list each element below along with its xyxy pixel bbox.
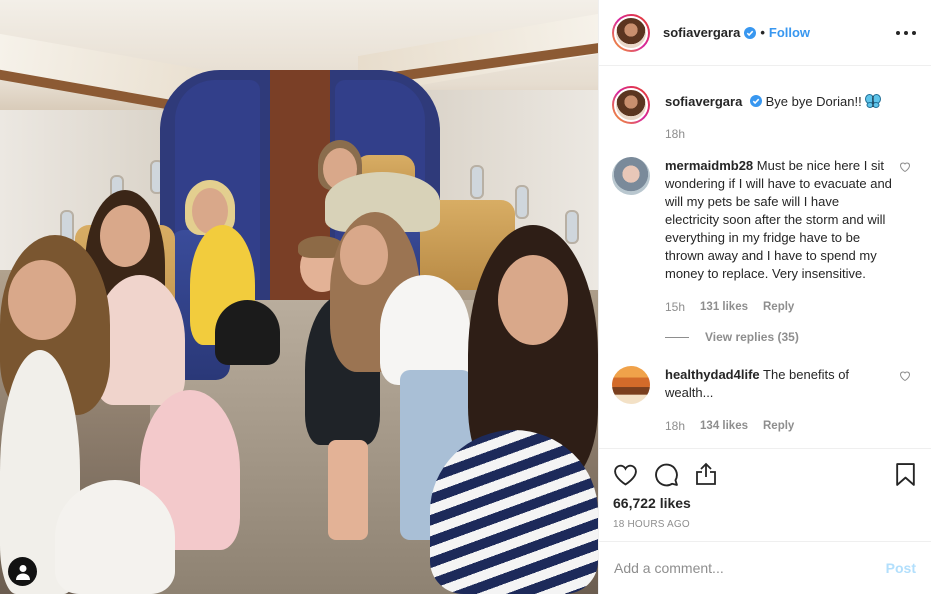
like-comment-heart-icon[interactable] [899,161,911,172]
comments-list[interactable]: sofiavergara Bye bye Dorian!! 18h mermai… [599,66,931,448]
child-legs [328,440,368,540]
comment-item: healthydad4life The benefits of wealth..… [612,366,917,435]
author-username[interactable]: sofiavergara [663,25,740,40]
caption: sofiavergara Bye bye Dorian!! 18h [612,86,917,143]
comment-likes[interactable]: 131 likes [700,298,748,316]
author-avatar[interactable] [612,13,650,52]
add-comment-bar: Post [599,541,931,594]
reply-button[interactable]: Reply [763,417,794,435]
reply-button[interactable]: Reply [763,298,794,316]
person [55,480,175,594]
bookmark-icon[interactable] [895,462,916,487]
comment-item: mermaidmb28 Must be nice here I sit wond… [612,157,917,346]
post-button[interactable]: Post [886,560,916,576]
comment-time[interactable]: 15h [665,298,685,316]
commenter-avatar[interactable] [612,157,650,195]
caption-text: Bye bye Dorian!! [765,94,862,109]
comment-time[interactable]: 18h [665,417,685,435]
cabin-window [470,165,484,199]
author-avatar[interactable] [612,86,650,124]
person [380,275,470,385]
follow-button[interactable]: Follow [769,25,810,40]
post-photo[interactable] [0,0,598,594]
person-striped-dress [430,430,598,594]
person [215,300,280,365]
cabin-window [515,185,529,219]
like-comment-heart-icon[interactable] [899,370,911,381]
likes-count[interactable]: 66,722 likes [613,495,916,511]
commenter-avatar[interactable] [612,366,650,404]
post-panel: sofiavergara • Follow sofiavergara Bye b… [598,0,931,594]
person-head [340,225,388,285]
comment-username[interactable]: mermaidmb28 [665,158,753,173]
verified-badge-icon [749,95,762,107]
caption-username[interactable]: sofiavergara [665,94,742,109]
caption-time[interactable]: 18h [665,125,685,143]
butterfly-emoji-icon [865,94,882,108]
cabin-window [565,210,579,244]
view-replies-label: View replies (35) [705,330,799,344]
comment-username[interactable]: healthydad4life [665,367,760,382]
post-actions: 66,722 likes 18 HOURS AGO [599,448,931,530]
person-head [100,205,150,267]
comment-text: Must be nice here I sit wondering if I w… [665,158,892,281]
person-head [8,260,76,340]
separator-dot: • [760,25,765,40]
comment-icon[interactable] [654,462,679,487]
user-tag-icon[interactable] [8,557,37,586]
more-options-icon[interactable] [896,27,916,39]
share-icon[interactable] [695,462,717,486]
heart-icon[interactable] [613,463,638,486]
comment-input[interactable] [614,560,886,576]
person-head [498,255,568,345]
comment-likes[interactable]: 134 likes [700,417,748,435]
verified-badge-icon [744,26,757,39]
post-timestamp[interactable]: 18 HOURS AGO [613,519,916,530]
view-replies-button[interactable]: View replies (35) [665,328,895,346]
replies-divider [665,336,689,338]
post-header: sofiavergara • Follow [599,0,931,66]
